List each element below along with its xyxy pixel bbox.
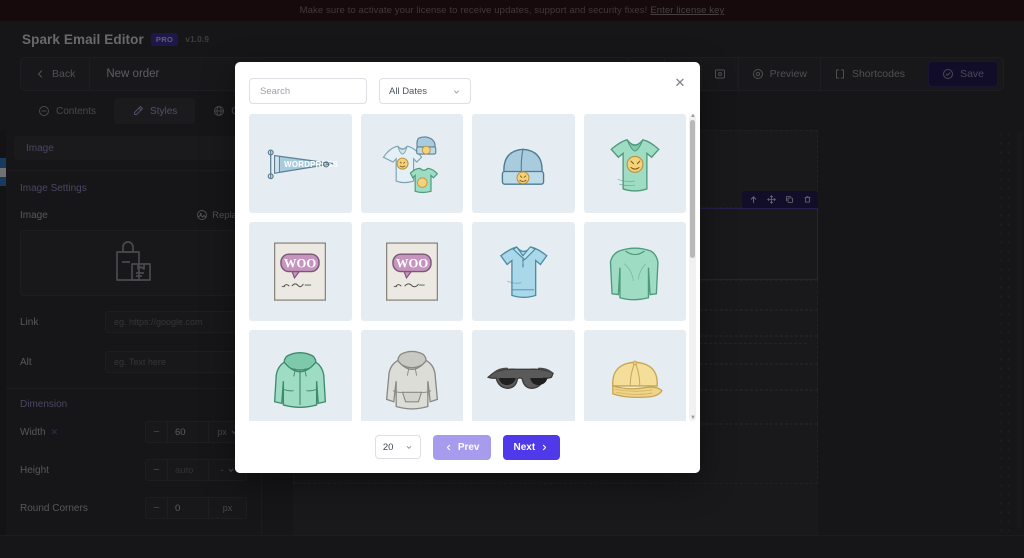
media-item-wordpress-pennant[interactable]: WORDPRESS <box>249 114 352 213</box>
media-item-woo-single-album[interactable]: WOO <box>249 222 352 321</box>
prev-page-button[interactable]: Prev <box>432 434 491 460</box>
media-grid: WORDPRESS WOO WOO <box>249 114 686 421</box>
chevron-right-icon <box>540 443 549 452</box>
date-filter-select[interactable]: All Dates <box>379 78 471 104</box>
svg-text:WOO: WOO <box>284 257 317 271</box>
media-item-green-hoodie[interactable] <box>249 330 352 421</box>
scroll-down-icon[interactable]: ▼ <box>690 415 696 421</box>
next-page-button[interactable]: Next <box>502 434 561 460</box>
media-item-green-vneck-tshirt[interactable] <box>583 114 686 213</box>
media-item-sunglasses[interactable] <box>472 330 575 421</box>
date-filter-label: All Dates <box>389 85 428 97</box>
chevron-down-icon <box>452 87 461 96</box>
app-root: Make sure to activate your license to re… <box>0 0 1024 558</box>
per-page-value: 20 <box>382 441 394 453</box>
media-item-woo-album-cover[interactable]: WOO <box>360 222 463 321</box>
modal-header: Search All Dates ✕ <box>235 62 700 104</box>
media-item-green-longsleeve[interactable] <box>583 222 686 321</box>
next-page-label: Next <box>513 441 536 453</box>
search-input[interactable]: Search <box>249 78 367 104</box>
media-item-clothing-bundle[interactable] <box>360 114 463 213</box>
prev-page-label: Prev <box>457 441 480 453</box>
chevron-left-icon <box>444 443 453 452</box>
media-item-grey-hoodie[interactable] <box>360 330 463 421</box>
media-library-modal: Search All Dates ✕ WORDPRESS WOO WOO ▲ ▼… <box>235 62 700 473</box>
svg-text:WOO: WOO <box>396 257 429 271</box>
svg-text:WORDPRESS: WORDPRESS <box>284 160 338 169</box>
media-grid-scrollbar[interactable]: ▲ ▼ <box>689 113 696 421</box>
close-icon[interactable]: ✕ <box>672 74 688 90</box>
chevron-down-icon <box>405 443 413 451</box>
media-grid-wrapper: WORDPRESS WOO WOO ▲ ▼ <box>235 104 700 421</box>
media-item-blue-polo-shirt[interactable] <box>472 222 575 321</box>
media-item-blue-beanie[interactable] <box>472 114 575 213</box>
modal-footer: 20 Prev Next <box>235 421 700 473</box>
scrollbar-thumb[interactable] <box>690 120 695 259</box>
scroll-up-icon[interactable]: ▲ <box>690 113 696 119</box>
per-page-select[interactable]: 20 <box>374 435 421 459</box>
media-item-yellow-cap[interactable] <box>583 330 686 421</box>
